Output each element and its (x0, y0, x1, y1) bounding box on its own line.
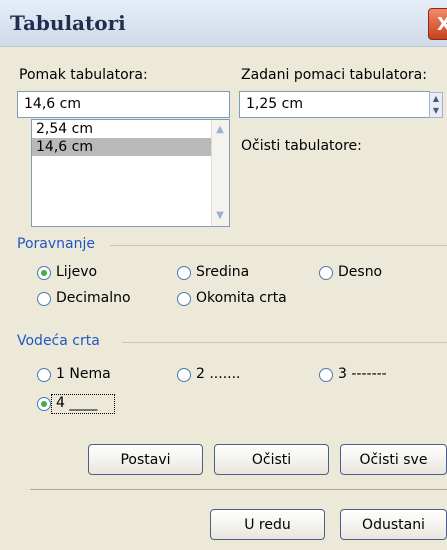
clear-all-button[interactable]: Očisti sve (340, 444, 447, 475)
leader-none-label[interactable]: 1 Nema (56, 366, 111, 382)
radio-align-center[interactable] (177, 266, 191, 280)
tab-position-input[interactable]: 14,6 cm (17, 91, 230, 118)
scroll-down-icon[interactable]: ▼ (213, 209, 227, 223)
spin-up-icon[interactable]: ▲ (430, 93, 442, 105)
radio-leader-dots[interactable] (177, 368, 191, 382)
list-item-selected[interactable]: 14,6 cm (32, 138, 212, 156)
align-bar-label[interactable]: Okomita crta (196, 290, 287, 306)
title-bar: Tabulatori X (0, 0, 447, 47)
radio-align-bar[interactable] (177, 292, 191, 306)
radio-leader-none[interactable] (37, 368, 51, 382)
leader-dashes-label[interactable]: 3 ------- (338, 366, 387, 382)
tab-position-value: 14,6 cm (24, 96, 81, 112)
set-button[interactable]: Postavi (88, 444, 203, 475)
close-button[interactable]: X (428, 8, 447, 40)
cancel-button[interactable]: Odustani (340, 509, 447, 540)
align-decimal-label[interactable]: Decimalno (56, 290, 131, 306)
dialog-title: Tabulatori (10, 11, 126, 35)
ok-button[interactable]: U redu (210, 509, 325, 540)
default-tab-input[interactable]: 1,25 cm (239, 91, 430, 118)
default-tab-label: Zadani pomaci tabulatora: (241, 67, 427, 83)
align-left-label[interactable]: Lijevo (56, 264, 97, 280)
clear-tabs-label: Očisti tabulatore: (241, 138, 362, 154)
leader-underline-label[interactable]: 4 ____ (56, 395, 97, 411)
alignment-divider (110, 245, 447, 246)
radio-leader-dashes[interactable] (319, 368, 333, 382)
tab-position-label: Pomak tabulatora: (19, 67, 148, 83)
clear-button[interactable]: Očisti (214, 444, 329, 475)
alignment-group-label: Poravnanje (17, 236, 95, 252)
tab-position-list[interactable]: 2,54 cm 14,6 cm ▲ ▼ (31, 119, 230, 227)
close-icon: X (437, 13, 447, 35)
leader-dots-label[interactable]: 2 ....... (196, 366, 241, 382)
spin-down-icon[interactable]: ▼ (430, 105, 442, 117)
align-center-label[interactable]: Sredina (196, 264, 249, 280)
radio-leader-underline[interactable] (37, 397, 51, 411)
radio-align-right[interactable] (319, 266, 333, 280)
radio-align-decimal[interactable] (37, 292, 51, 306)
leader-group-label: Vodeća crta (17, 333, 100, 349)
list-item[interactable]: 2,54 cm (32, 120, 229, 138)
button-separator (30, 489, 447, 490)
radio-align-left[interactable] (37, 266, 51, 280)
leader-divider (122, 342, 447, 343)
list-scrollbar[interactable]: ▲ ▼ (211, 120, 229, 226)
align-right-label[interactable]: Desno (338, 264, 382, 280)
scroll-up-icon[interactable]: ▲ (213, 123, 227, 137)
default-tab-value: 1,25 cm (246, 96, 303, 112)
default-tab-spinner[interactable]: ▲ ▼ (429, 92, 443, 118)
